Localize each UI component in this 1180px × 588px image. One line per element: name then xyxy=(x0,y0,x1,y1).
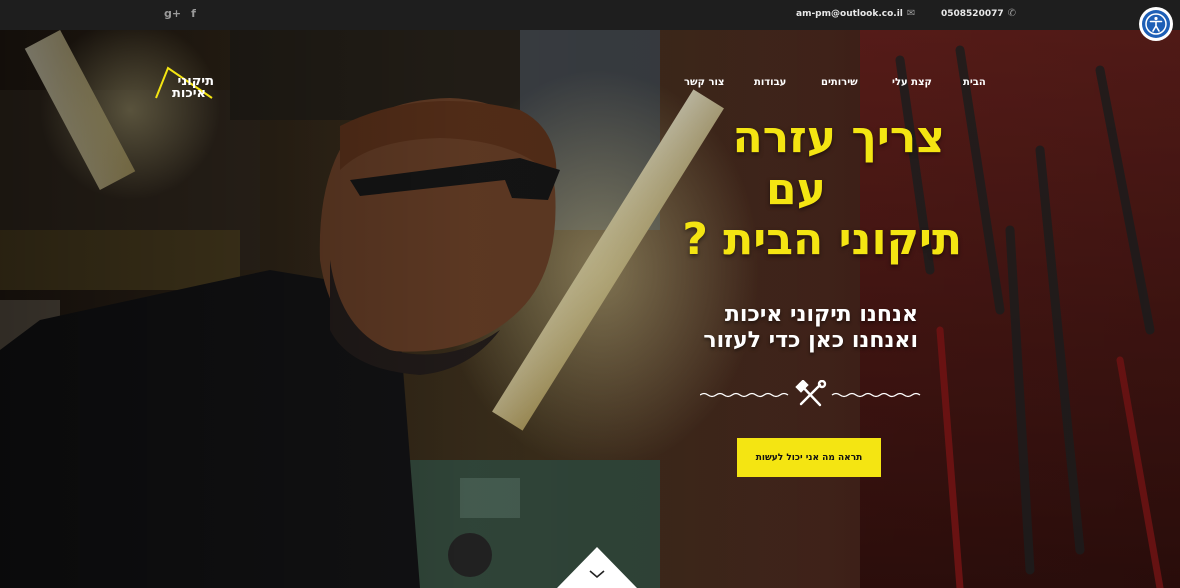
accessibility-button[interactable] xyxy=(1139,7,1173,41)
hero-divider xyxy=(700,380,921,407)
hero-headline-line-2: עם xyxy=(766,164,826,215)
phone-icon: ✆ xyxy=(1007,8,1017,19)
accessibility-icon xyxy=(1142,10,1170,38)
cta-see-what-i-can-do-button[interactable]: תראה מה אני יכול לעשות xyxy=(737,438,881,477)
hammer-wrench-icon xyxy=(795,380,827,407)
hero-subline-2: ואנחנו כאן כדי לעזור xyxy=(703,328,918,353)
phone-text[interactable]: 0508520077 xyxy=(941,9,1004,19)
nav-item-home[interactable]: הבית xyxy=(963,77,986,88)
page: g+ f am-pm@outlook.co.il ✉ 0508520077 ✆ xyxy=(0,0,1180,588)
google-plus-icon[interactable]: g+ xyxy=(164,7,181,20)
site-logo[interactable]: תיקוני איכות xyxy=(152,64,216,104)
email-contact[interactable]: am-pm@outlook.co.il ✉ xyxy=(796,8,915,19)
nav-item-about[interactable]: קצת עלי xyxy=(892,77,932,88)
scroll-down-button[interactable] xyxy=(557,547,637,588)
hero-section xyxy=(0,30,1180,588)
mail-icon: ✉ xyxy=(906,8,916,19)
hero-headline-line-3: תיקוני הבית ? xyxy=(682,214,962,265)
social-links: g+ f xyxy=(164,7,196,20)
logo-line-2: איכות xyxy=(172,86,206,101)
phone-contact[interactable]: 0508520077 ✆ xyxy=(941,8,1016,19)
nav-item-services[interactable]: שירותים xyxy=(821,77,858,88)
facebook-icon[interactable]: f xyxy=(191,7,196,20)
hero-subline-1: אנחנו תיקוני איכות xyxy=(724,302,918,327)
hero-background-image xyxy=(0,30,1180,588)
nav-item-works[interactable]: עבודות xyxy=(754,77,786,88)
hero-headline-line-1: צריך עזרה xyxy=(732,112,945,163)
top-bar: g+ f am-pm@outlook.co.il ✉ 0508520077 ✆ xyxy=(0,0,1180,30)
nav-item-contact[interactable]: צור קשר xyxy=(684,77,724,88)
email-text[interactable]: am-pm@outlook.co.il xyxy=(796,9,903,19)
